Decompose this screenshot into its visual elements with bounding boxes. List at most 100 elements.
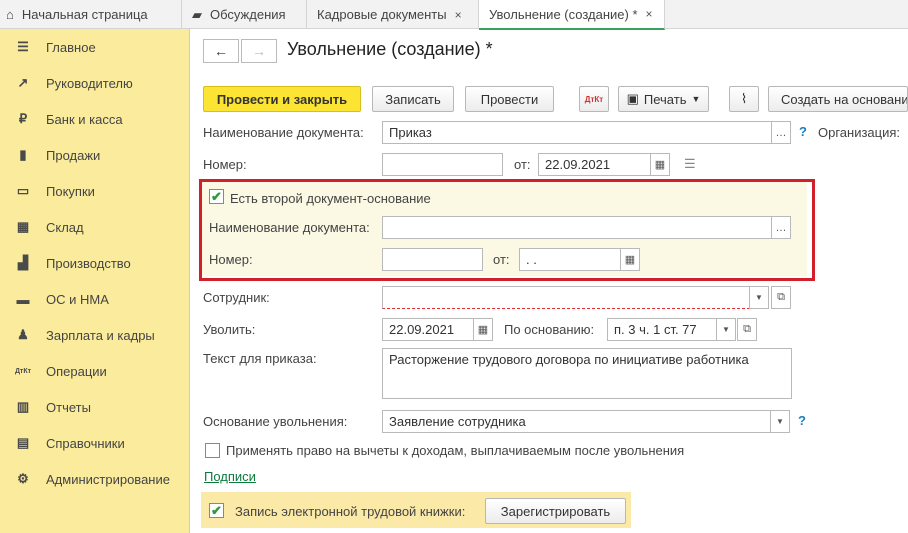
- doc-name-field[interactable]: Приказ: [382, 121, 772, 144]
- tab-hr-documents[interactable]: Кадровые документы ×: [307, 0, 479, 29]
- forward-button[interactable]: →: [241, 39, 277, 63]
- calendar-icon[interactable]: ▦: [620, 248, 640, 271]
- from-label: от:: [514, 157, 531, 172]
- tab-label: Кадровые документы: [317, 7, 447, 22]
- reason-label: Основание увольнения:: [203, 414, 348, 429]
- paperclip-icon[interactable]: ⌇: [729, 86, 759, 112]
- sidebar-item[interactable]: ↗ Руководителю: [0, 65, 189, 101]
- tab-label: Увольнение (создание) *: [489, 6, 638, 22]
- sidebar-item-label: Покупки: [46, 183, 95, 199]
- second-doc-name-field[interactable]: [382, 216, 772, 239]
- list-icon[interactable]: ☰: [684, 156, 696, 172]
- sidebar-item[interactable]: ♟ Зарплата и кадры: [0, 317, 189, 353]
- sidebar: ☰ Главное ↗ Руководителю ₽ Банк и касса ▮ Прода…: [0, 29, 190, 533]
- calendar-icon[interactable]: ▦: [473, 318, 493, 341]
- tab-label: Обсуждения: [210, 7, 286, 22]
- back-button[interactable]: ←: [203, 39, 239, 63]
- second-doc-number-field[interactable]: [382, 248, 483, 271]
- sidebar-item-label: Руководителю: [46, 75, 133, 91]
- book-icon: ▤: [16, 435, 30, 450]
- date-field[interactable]: 22.09.2021: [538, 153, 651, 176]
- sidebar-item[interactable]: ДтКт Операции: [0, 353, 189, 389]
- sidebar-item[interactable]: ▟ Производство: [0, 245, 189, 281]
- sidebar-item[interactable]: ▥ Отчеты: [0, 389, 189, 425]
- sidebar-item-label: Администрирование: [46, 471, 170, 487]
- doc-name-label: Наименование документа:: [203, 125, 364, 140]
- select-button[interactable]: …: [771, 121, 791, 144]
- printer-icon: ▣: [626, 91, 639, 106]
- open-icon[interactable]: ⧉: [737, 318, 757, 341]
- factory-icon: ▟: [18, 255, 28, 270]
- number-label: Номер:: [203, 157, 247, 172]
- print-label: Печать: [643, 91, 687, 107]
- print-button[interactable]: ▣ Печать ▼: [618, 86, 709, 112]
- trend-icon: ↗: [17, 75, 29, 90]
- post-close-button[interactable]: Провести и закрыть: [203, 86, 361, 112]
- chat-icon: ▰: [192, 6, 202, 22]
- sidebar-item-label: Банк и касса: [46, 111, 123, 127]
- sidebar-item-label: Операции: [46, 363, 107, 379]
- dismiss-label: Уволить:: [203, 322, 256, 337]
- create-based-button[interactable]: Создать на основании: [768, 86, 908, 112]
- tab-home[interactable]: ⌂ Начальная страница: [0, 0, 182, 29]
- second-doc-from-label: от:: [493, 252, 510, 267]
- truck-icon: ▬: [16, 291, 30, 307]
- register-button[interactable]: Зарегистрировать: [485, 498, 626, 524]
- sidebar-item[interactable]: ⚙ Администрирование: [0, 461, 189, 497]
- dropdown-button[interactable]: ▼: [749, 286, 769, 309]
- employee-field[interactable]: [382, 286, 750, 309]
- tab-dismissal[interactable]: Увольнение (создание) * ×: [479, 0, 665, 30]
- coin-icon: ₽: [18, 111, 28, 126]
- deduction-checkbox[interactable]: [205, 443, 220, 458]
- sidebar-item[interactable]: ▦ Склад: [0, 209, 189, 245]
- tab-label: Начальная страница: [21, 7, 148, 22]
- second-doc-number-label: Номер:: [209, 252, 253, 267]
- help-icon[interactable]: ?: [798, 413, 806, 428]
- help-icon[interactable]: ?: [799, 124, 807, 139]
- dismiss-date-field[interactable]: 22.09.2021: [382, 318, 474, 341]
- menu-icon: ☰: [17, 39, 29, 54]
- select-button[interactable]: …: [771, 216, 791, 239]
- open-icon[interactable]: ⧉: [771, 286, 791, 309]
- sidebar-item[interactable]: ▮ Продажи: [0, 137, 189, 173]
- dropdown-button[interactable]: ▼: [716, 318, 736, 341]
- dt-kt-icon: ДтКт: [14, 367, 32, 375]
- second-doc-date-field[interactable]: . .: [519, 248, 621, 271]
- bag-icon: ▮: [19, 147, 27, 162]
- sidebar-item[interactable]: ▬ ОС и НМА: [0, 281, 189, 317]
- etk-checkbox[interactable]: ✔: [209, 503, 224, 518]
- close-icon[interactable]: ×: [646, 7, 653, 21]
- home-icon: ⌂: [6, 7, 14, 22]
- gear-icon: ⚙: [17, 471, 29, 486]
- sidebar-item-label: Продажи: [46, 147, 101, 163]
- etk-label: Запись электронной трудовой книжки:: [235, 504, 466, 519]
- dropdown-button[interactable]: ▼: [770, 410, 790, 433]
- post-button[interactable]: Провести: [465, 86, 554, 112]
- dt-kt-button[interactable]: ДтКт: [579, 86, 609, 112]
- tab-discussions[interactable]: ▰ Обсуждения: [182, 0, 307, 29]
- order-text-area[interactable]: Расторжение трудового договора по инициа…: [382, 348, 792, 399]
- sidebar-item[interactable]: ▤ Справочники: [0, 425, 189, 461]
- basis-label: По основанию:: [504, 322, 595, 337]
- sidebar-item[interactable]: ▭ Покупки: [0, 173, 189, 209]
- signatures-link[interactable]: Подписи: [204, 469, 256, 484]
- save-button[interactable]: Записать: [372, 86, 454, 112]
- second-doc-checkbox[interactable]: ✔: [209, 189, 224, 204]
- number-field[interactable]: [382, 153, 503, 176]
- page-title: Увольнение (создание) *: [287, 39, 493, 59]
- sidebar-item[interactable]: ₽ Банк и касса: [0, 101, 189, 137]
- sidebar-item-label: Производство: [46, 255, 131, 271]
- close-icon[interactable]: ×: [455, 8, 462, 22]
- calendar-icon[interactable]: ▦: [650, 153, 670, 176]
- sidebar-item-label: Справочники: [46, 435, 125, 451]
- tab-bar: ⌂ Начальная страница ▰ Обсуждения Кадров…: [0, 0, 908, 30]
- bar-chart-icon: ▥: [16, 399, 30, 414]
- reason-field[interactable]: Заявление сотрудника: [382, 410, 771, 433]
- basis-field[interactable]: п. 3 ч. 1 ст. 77: [607, 318, 717, 341]
- sidebar-item-label: Отчеты: [46, 399, 91, 415]
- warehouse-icon: ▦: [16, 219, 30, 234]
- main-form: ← → Увольнение (создание) * Провести и з…: [191, 29, 908, 533]
- sidebar-item-label: Зарплата и кадры: [46, 327, 155, 343]
- sidebar-item[interactable]: ☰ Главное: [0, 29, 189, 65]
- chevron-down-icon: ▼: [691, 94, 701, 104]
